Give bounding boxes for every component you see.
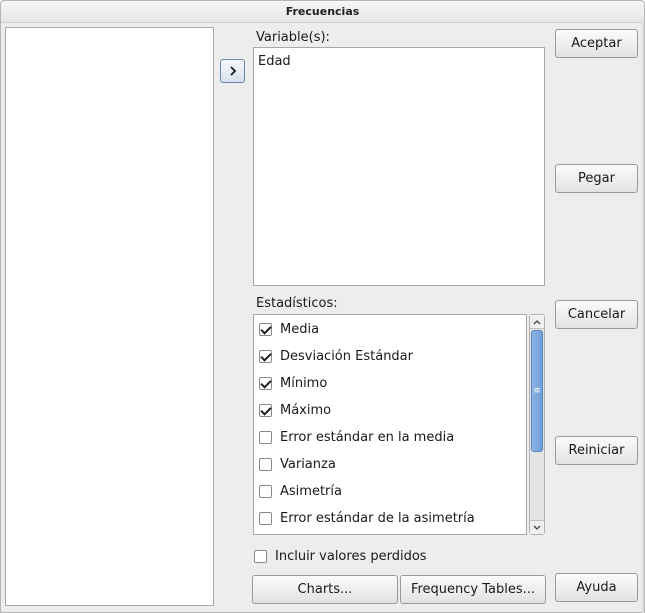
paste-button[interactable]: Pegar [555, 164, 638, 193]
stat-checkbox[interactable] [259, 349, 272, 363]
stat-item-maximo[interactable]: Máximo [259, 401, 331, 419]
move-variable-button[interactable] [220, 59, 245, 83]
stat-item-error-estandar-asimetria[interactable]: Error estándar de la asimetría [259, 509, 475, 527]
scroll-down-button[interactable] [530, 520, 544, 534]
stat-item-media[interactable]: Media [259, 320, 319, 338]
frequencies-dialog: Frecuencias Variable(s): Edad Estadístic… [0, 0, 645, 613]
scroll-thumb[interactable]: ≡ [531, 330, 543, 452]
reset-button[interactable]: Reiniciar [555, 436, 638, 465]
stat-label: Mínimo [280, 375, 328, 391]
scroll-up-button[interactable] [530, 315, 544, 329]
include-missing-option[interactable]: Incluir valores perdidos [254, 547, 427, 565]
window-edge [642, 23, 644, 613]
stat-item-minimo[interactable]: Mínimo [259, 374, 327, 392]
stat-label: Asimetría [280, 483, 342, 499]
stat-label: Media [280, 321, 320, 337]
stat-label: Error estándar en la media [280, 429, 455, 445]
stat-checkbox[interactable] [259, 430, 272, 444]
stat-checkbox[interactable] [259, 322, 272, 336]
chevron-up-icon [533, 314, 541, 329]
stat-label: Error estándar de la asimetría [280, 510, 475, 526]
stat-checkbox[interactable] [259, 457, 272, 471]
stat-item-desviacion-estandar[interactable]: Desviación Estándar [259, 347, 413, 365]
include-missing-checkbox[interactable] [254, 549, 267, 563]
stat-item-error-estandar-media[interactable]: Error estándar en la media [259, 428, 454, 446]
cancel-button[interactable]: Cancelar [555, 300, 638, 329]
charts-button[interactable]: Charts... [252, 575, 398, 604]
stat-checkbox[interactable] [259, 511, 272, 525]
stat-label: Desviación Estándar [280, 348, 413, 364]
stat-label: Máximo [280, 402, 332, 418]
variables-label: Variable(s): [256, 30, 330, 45]
accept-button[interactable]: Aceptar [555, 29, 638, 58]
window-title: Frecuencias [1, 1, 644, 23]
frequency-tables-button[interactable]: Frequency Tables... [400, 575, 546, 604]
stat-checkbox[interactable] [259, 484, 272, 498]
grip-icon: ≡ [533, 386, 541, 396]
stat-label: Varianza [280, 456, 336, 472]
stat-item-varianza[interactable]: Varianza [259, 455, 336, 473]
chevron-right-icon [228, 65, 238, 77]
statistics-list[interactable]: Media Desviación Estándar Mínimo Máximo … [253, 314, 527, 535]
include-missing-label: Incluir valores perdidos [275, 548, 427, 564]
chevron-down-icon [533, 520, 541, 535]
help-button[interactable]: Ayuda [555, 573, 638, 602]
stat-checkbox[interactable] [259, 403, 272, 417]
source-variable-list[interactable] [5, 27, 214, 606]
list-item[interactable]: Edad [258, 54, 540, 69]
stat-item-asimetria[interactable]: Asimetría [259, 482, 342, 500]
selected-variables-list[interactable]: Edad [253, 47, 545, 286]
stat-checkbox[interactable] [259, 376, 272, 390]
statistics-label: Estadísticos: [256, 296, 338, 311]
statistics-scrollbar[interactable]: ≡ [529, 314, 545, 535]
